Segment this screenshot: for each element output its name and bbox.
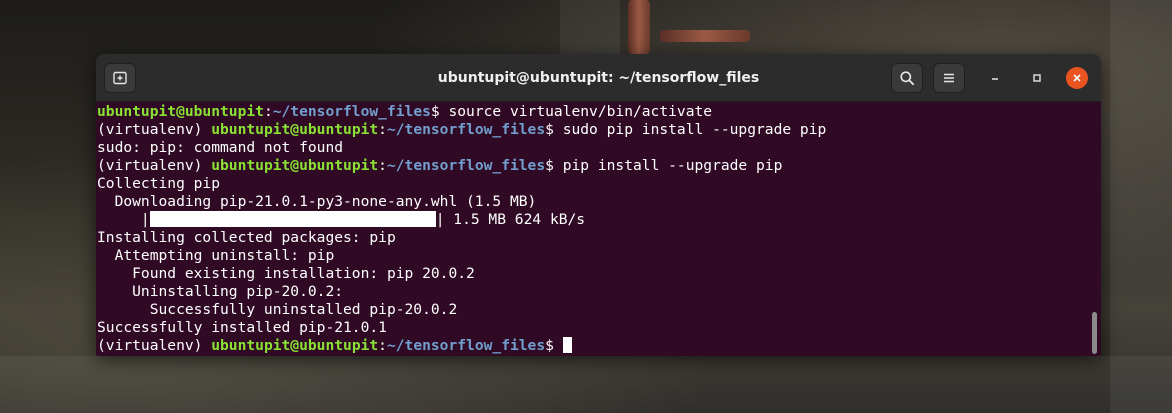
wallpaper-pipe bbox=[660, 30, 750, 42]
terminal-prompt: (virtualenv) ubuntupit@ubuntupit:~/tenso… bbox=[97, 337, 1101, 355]
terminal-line: Uninstalling pip-20.0.2: bbox=[97, 283, 344, 300]
progress-line: | | 1.5 MB 624 kB/s bbox=[97, 211, 586, 228]
close-button[interactable] bbox=[1066, 67, 1088, 89]
terminal-line: sudo: pip: command not found bbox=[97, 139, 344, 156]
terminal-window: ubuntupit@ubuntupit: ~/tensorflow_files bbox=[96, 54, 1101, 356]
scrollbar-thumb[interactable] bbox=[1092, 312, 1097, 354]
terminal-output[interactable]: ubuntupit@ubuntupit:~/tensorflow_files$ … bbox=[96, 102, 1101, 356]
terminal-line: Installing collected packages: pip bbox=[97, 229, 396, 246]
terminal-line: Successfully installed pip-21.0.1 bbox=[97, 319, 387, 336]
new-tab-button[interactable] bbox=[104, 63, 136, 93]
maximize-icon bbox=[1033, 74, 1041, 82]
terminal-line: (virtualenv) ubuntupit@ubuntupit:~/tenso… bbox=[97, 121, 827, 138]
minimize-button[interactable] bbox=[984, 67, 1006, 89]
wallpaper-beam bbox=[560, 0, 620, 54]
download-progress-bar bbox=[149, 211, 436, 227]
menu-button[interactable] bbox=[933, 63, 965, 93]
terminal-line: Found existing installation: pip 20.0.2 bbox=[97, 265, 475, 282]
terminal-line: Downloading pip-21.0.1-py3-none-any.whl … bbox=[97, 193, 537, 210]
search-button[interactable] bbox=[891, 63, 923, 93]
new-tab-icon bbox=[113, 71, 127, 85]
close-icon bbox=[1073, 74, 1081, 82]
terminal-line: ubuntupit@ubuntupit:~/tensorflow_files$ … bbox=[97, 103, 713, 120]
hamburger-menu-icon bbox=[944, 73, 954, 83]
wallpaper-pipe bbox=[628, 0, 650, 54]
terminal-line: Attempting uninstall: pip bbox=[97, 247, 335, 264]
terminal-line: Successfully uninstalled pip-20.0.2 bbox=[97, 301, 458, 318]
terminal-line: (virtualenv) ubuntupit@ubuntupit:~/tenso… bbox=[97, 157, 783, 174]
text-cursor bbox=[562, 337, 572, 353]
titlebar: ubuntupit@ubuntupit: ~/tensorflow_files bbox=[96, 54, 1101, 102]
wallpaper-pillar bbox=[1110, 0, 1172, 413]
maximize-button[interactable] bbox=[1026, 67, 1048, 89]
window-title: ubuntupit@ubuntupit: ~/tensorflow_files bbox=[437, 69, 760, 86]
wallpaper-floor bbox=[0, 356, 1172, 413]
minimize-icon bbox=[992, 78, 998, 80]
search-icon bbox=[900, 71, 915, 86]
terminal-line: Collecting pip bbox=[97, 175, 221, 192]
